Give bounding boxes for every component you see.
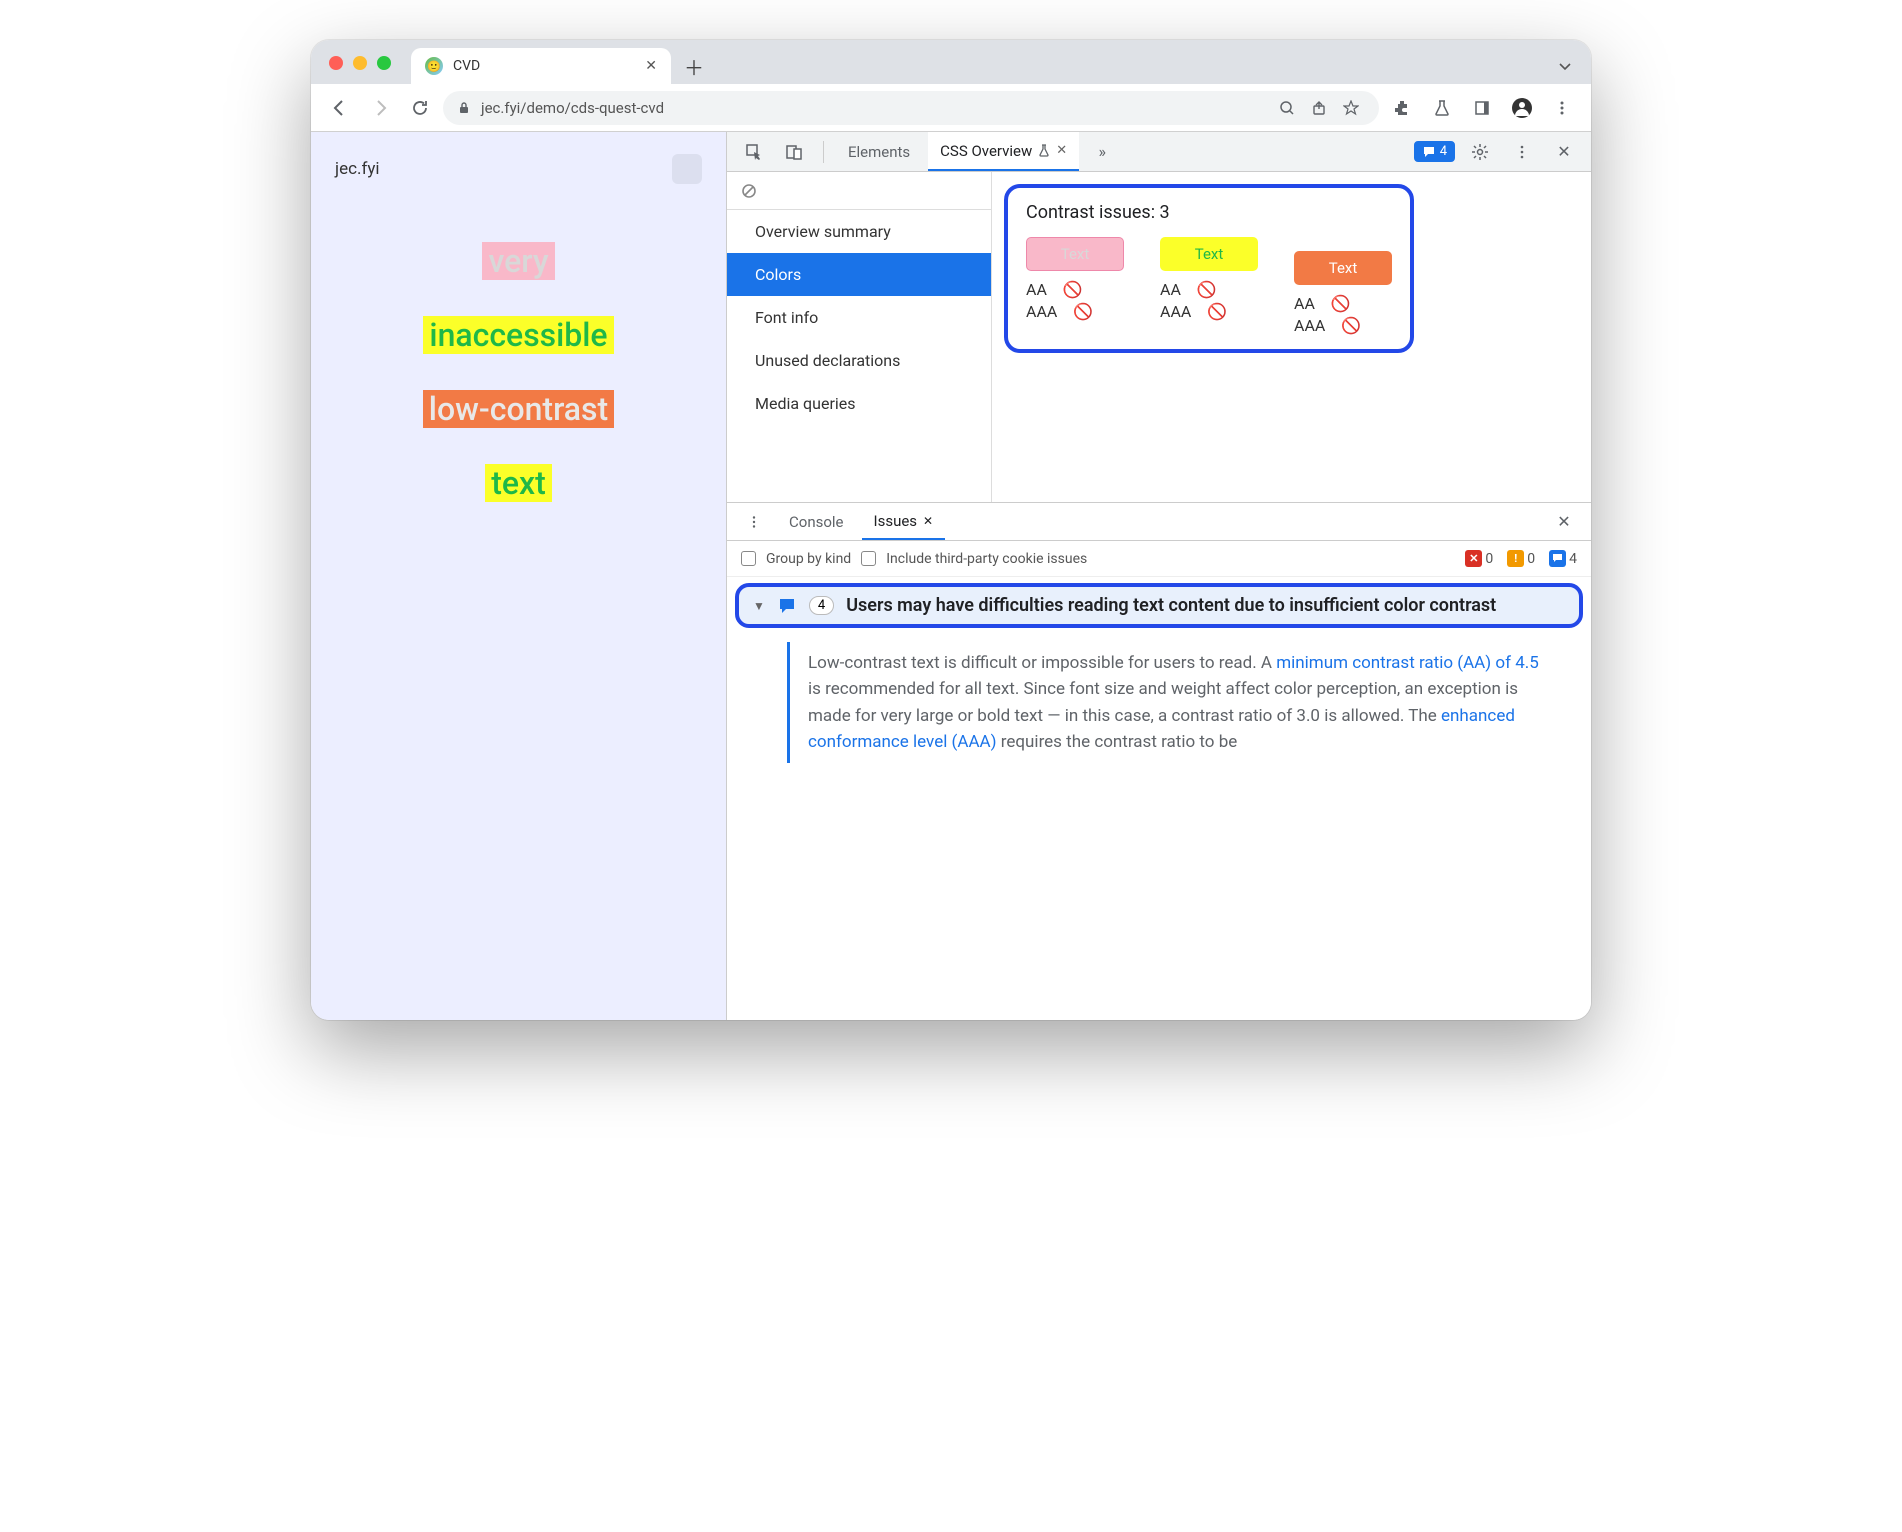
link-min-contrast[interactable]: minimum contrast ratio (AA) of 4.5 [1276,653,1539,673]
contrast-swatch-1[interactable]: Text AA🚫 AAA🚫 [1026,237,1124,335]
back-button[interactable] [323,91,357,125]
drawer-tabbar: Console Issues✕ ✕ [727,503,1591,541]
nav-font-info[interactable]: Font info [727,296,991,339]
devtools-drawer: Console Issues✕ ✕ Group by kind Include … [727,502,1591,1020]
fail-icon: 🚫 [1341,316,1361,335]
reload-button[interactable] [403,91,437,125]
new-tab-button[interactable]: ＋ [679,51,709,81]
close-window-button[interactable] [329,56,343,70]
maximize-window-button[interactable] [377,56,391,70]
flask-icon [1038,144,1050,158]
sample-text-2: inaccessible [423,316,613,354]
kebab-icon[interactable] [1505,135,1539,169]
tab-title: CVD [453,58,635,74]
menu-icon[interactable] [1545,91,1579,125]
dark-mode-toggle[interactable] [672,154,702,184]
fail-icon: 🚫 [1197,280,1217,299]
content-area: jec.fyi very inaccessible low-contrast t… [311,132,1591,1020]
issue-header[interactable]: ▼ 4 Users may have difficulties reading … [735,583,1583,628]
drawer-tab-issues[interactable]: Issues✕ [862,503,946,540]
tab-css-overview[interactable]: CSS Overview ✕ [928,132,1079,171]
errors-count[interactable]: ✕0 [1465,550,1493,567]
nav-overview-summary[interactable]: Overview summary [727,210,991,253]
swatch-preview: Text [1294,251,1392,285]
drawer-tab-console[interactable]: Console [777,503,856,540]
css-overview-main: Contrast issues: 3 Text AA🚫 AAA🚫 Text AA… [992,172,1591,502]
settings-icon[interactable] [1463,135,1497,169]
drawer-kebab-icon[interactable] [737,505,771,539]
issue-description: Low-contrast text is difficult or imposs… [787,642,1573,763]
sample-text-1: very [482,242,554,280]
issue-title: Users may have difficulties reading text… [846,595,1565,616]
tab-close-icon[interactable]: ✕ [1056,143,1067,158]
extensions-icon[interactable] [1385,91,1419,125]
close-drawer-icon[interactable]: ✕ [1547,505,1581,539]
sample-text-3: low-contrast [423,390,614,428]
tabs-overflow-icon[interactable] [1557,58,1573,74]
checkbox-group-by-kind[interactable] [741,551,756,566]
nav-media-queries[interactable]: Media queries [727,382,991,425]
forward-button[interactable] [363,91,397,125]
swatch-preview: Text [1160,237,1258,271]
swatch-preview: Text [1026,237,1124,271]
issue-count-badge: 4 [809,596,834,615]
tab-close-icon[interactable]: ✕ [923,514,933,528]
window-controls [329,56,391,70]
moon-icon [679,161,695,177]
sample-text-4: text [485,464,552,502]
nav-colors[interactable]: Colors [727,253,991,296]
profile-icon[interactable] [1505,91,1539,125]
nav-unused-declarations[interactable]: Unused declarations [727,339,991,382]
close-devtools-icon[interactable]: ✕ [1547,135,1581,169]
bookmark-icon[interactable] [1337,94,1365,122]
contrast-swatch-2[interactable]: Text AA🚫 AAA🚫 [1160,237,1258,335]
issues-filterbar: Group by kind Include third-party cookie… [727,541,1591,577]
device-toggle-icon[interactable] [777,135,811,169]
tab-close-icon[interactable]: ✕ [645,58,657,74]
css-overview-body: Overview summary Colors Font info Unused… [727,172,1591,502]
issues-badge[interactable]: 4 [1414,141,1455,162]
tab-favicon: 🙂 [425,57,443,75]
chat-icon [777,596,797,616]
tab-elements[interactable]: Elements [836,132,922,171]
fail-icon: 🚫 [1207,302,1227,321]
titlebar: 🙂 CVD ✕ ＋ [311,40,1591,84]
minimize-window-button[interactable] [353,56,367,70]
devtools-tabbar: Elements CSS Overview ✕ » 4 ✕ [727,132,1591,172]
sidepanel-icon[interactable] [1465,91,1499,125]
warnings-count[interactable]: !0 [1507,550,1535,567]
contrast-issues-box: Contrast issues: 3 Text AA🚫 AAA🚫 Text AA… [1004,184,1414,353]
disclosure-triangle-icon[interactable]: ▼ [753,599,765,613]
fail-icon: 🚫 [1331,294,1351,313]
filter-label: Include third-party cookie issues [886,551,1087,567]
page-viewport: jec.fyi very inaccessible low-contrast t… [311,132,726,1020]
checkbox-third-party[interactable] [861,551,876,566]
contrast-swatch-3[interactable]: Text AA🚫 AAA🚫 [1294,251,1392,335]
more-tabs-icon[interactable]: » [1085,135,1119,169]
inspect-icon[interactable] [737,135,771,169]
lock-icon [457,101,471,115]
browser-tab[interactable]: 🙂 CVD ✕ [411,48,671,84]
devtools-panel: Elements CSS Overview ✕ » 4 ✕ [726,132,1591,1020]
browser-window: 🙂 CVD ✕ ＋ jec.fyi/demo/cds-quest-cvd [311,40,1591,1020]
chat-icon [1422,145,1436,159]
contrast-title: Contrast issues: 3 [1026,202,1392,223]
css-overview-sidebar: Overview summary Colors Font info Unused… [727,172,992,502]
page-brand: jec.fyi [335,159,380,179]
fail-icon: 🚫 [1073,302,1093,321]
address-bar[interactable]: jec.fyi/demo/cds-quest-cvd [443,91,1379,125]
info-count[interactable]: 4 [1549,550,1577,567]
clear-icon[interactable] [727,172,991,210]
zoom-icon[interactable] [1273,94,1301,122]
labs-icon[interactable] [1425,91,1459,125]
filter-label: Group by kind [766,551,851,567]
toolbar: jec.fyi/demo/cds-quest-cvd [311,84,1591,132]
fail-icon: 🚫 [1063,280,1083,299]
share-icon[interactable] [1305,94,1333,122]
url-text: jec.fyi/demo/cds-quest-cvd [481,99,664,117]
